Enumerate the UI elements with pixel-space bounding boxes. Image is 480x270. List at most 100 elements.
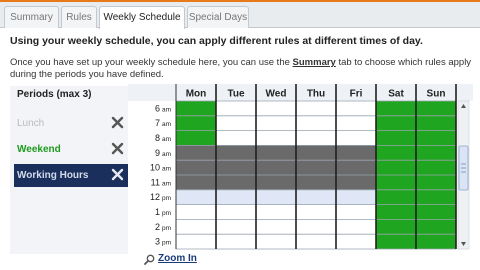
schedule-cell[interactable] xyxy=(336,234,376,249)
zoom-in-link[interactable]: Zoom In xyxy=(158,253,197,264)
schedule-cell[interactable] xyxy=(216,145,256,161)
period-item-weekend[interactable]: Weekend xyxy=(14,138,128,161)
schedule-cell[interactable] xyxy=(256,130,296,146)
schedule-cell[interactable] xyxy=(296,189,336,205)
schedule-cell[interactable] xyxy=(256,219,296,235)
schedule-cell[interactable] xyxy=(256,189,296,205)
schedule-cell[interactable] xyxy=(376,204,416,220)
schedule-cell[interactable] xyxy=(176,115,216,131)
schedule-cell[interactable] xyxy=(336,219,376,235)
schedule-cell[interactable] xyxy=(376,115,416,131)
tab-summary[interactable]: Summary xyxy=(4,6,59,28)
schedule-cell[interactable] xyxy=(176,189,216,205)
hour-label: 7 xyxy=(155,118,160,128)
schedule-cell[interactable] xyxy=(296,101,336,116)
period-item-lunch[interactable]: Lunch xyxy=(14,112,128,135)
schedule-cell[interactable] xyxy=(336,160,376,175)
tab-rules[interactable]: Rules xyxy=(61,6,97,28)
schedule-cell[interactable] xyxy=(176,234,216,249)
schedule-cell[interactable] xyxy=(296,160,336,175)
tab-bar: Summary Rules Weekly Schedule Special Da… xyxy=(0,2,480,29)
schedule-cell[interactable] xyxy=(176,101,216,116)
delete-period-icon[interactable] xyxy=(111,116,124,129)
schedule-cell[interactable] xyxy=(296,130,336,146)
schedule-cell[interactable] xyxy=(216,175,256,190)
hour-ampm-label: am xyxy=(162,136,171,143)
hour-ampm-label: am xyxy=(162,106,171,113)
schedule-cell[interactable] xyxy=(376,160,416,175)
schedule-cell[interactable] xyxy=(336,145,376,161)
schedule-cell[interactable] xyxy=(416,189,456,205)
schedule-cell[interactable] xyxy=(376,234,416,249)
schedule-cell[interactable] xyxy=(336,130,376,146)
schedule-cell[interactable] xyxy=(256,234,296,249)
schedule-cell[interactable] xyxy=(416,160,456,175)
schedule-cell[interactable] xyxy=(376,219,416,235)
delete-period-icon[interactable] xyxy=(111,168,124,181)
delete-period-icon[interactable] xyxy=(111,142,124,155)
schedule-cell[interactable] xyxy=(176,160,216,175)
schedule-cell[interactable] xyxy=(416,145,456,161)
period-label: Working Hours xyxy=(17,170,89,181)
schedule-cell[interactable] xyxy=(416,115,456,131)
schedule-cell[interactable] xyxy=(336,101,376,116)
schedule-cell[interactable] xyxy=(416,101,456,116)
hour-ampm-label: am xyxy=(162,151,171,158)
hour-label: 6 xyxy=(155,103,160,113)
schedule-cell[interactable] xyxy=(256,175,296,190)
day-header: Sun xyxy=(427,89,446,100)
tab-weekly-schedule[interactable]: Weekly Schedule xyxy=(99,6,185,29)
schedule-cell[interactable] xyxy=(216,189,256,205)
hour-ampm-label: pm xyxy=(162,240,171,247)
schedule-cell[interactable] xyxy=(176,145,216,161)
schedule-cell[interactable] xyxy=(216,101,256,116)
schedule-cell[interactable] xyxy=(376,175,416,190)
schedule-cell[interactable] xyxy=(296,204,336,220)
schedule-cell[interactable] xyxy=(216,115,256,131)
schedule-cell[interactable] xyxy=(376,189,416,205)
schedule-cell[interactable] xyxy=(216,160,256,175)
schedule-cell[interactable] xyxy=(416,219,456,235)
schedule-cell[interactable] xyxy=(176,175,216,190)
hour-label: 10 xyxy=(150,163,160,173)
schedule-cell[interactable] xyxy=(256,115,296,131)
description-text-before: Once you have set up your weekly schedul… xyxy=(10,57,293,68)
hour-label: 1 xyxy=(155,207,160,217)
schedule-cell[interactable] xyxy=(256,204,296,220)
schedule-cell[interactable] xyxy=(376,130,416,146)
schedule-cell[interactable] xyxy=(376,101,416,116)
schedule-cell[interactable] xyxy=(376,145,416,161)
schedule-cell[interactable] xyxy=(176,204,216,220)
schedule-cell[interactable] xyxy=(256,160,296,175)
schedule-cell[interactable] xyxy=(176,219,216,235)
schedule-cell[interactable] xyxy=(256,145,296,161)
summary-link[interactable]: Summary xyxy=(293,57,336,68)
hour-ampm-label: pm xyxy=(162,210,171,217)
schedule-cell[interactable] xyxy=(336,204,376,220)
schedule-cell[interactable] xyxy=(296,219,336,235)
schedule-cell[interactable] xyxy=(416,175,456,190)
schedule-cell[interactable] xyxy=(216,219,256,235)
schedule-cell[interactable] xyxy=(336,189,376,205)
hour-ampm-label: am xyxy=(162,166,171,173)
tab-special-days[interactable]: Special Days xyxy=(187,6,249,28)
magnifier-icon[interactable] xyxy=(144,254,155,265)
schedule-cell[interactable] xyxy=(216,234,256,249)
schedule-cell[interactable] xyxy=(296,145,336,161)
schedule-cell[interactable] xyxy=(216,204,256,220)
schedule-cell[interactable] xyxy=(216,130,256,146)
schedule-cell[interactable] xyxy=(256,101,296,116)
schedule-cell[interactable] xyxy=(416,234,456,249)
schedule-cell[interactable] xyxy=(296,115,336,131)
schedule-cell[interactable] xyxy=(336,175,376,190)
schedule-cell[interactable] xyxy=(416,130,456,146)
schedule-cell[interactable] xyxy=(336,115,376,131)
schedule-cell[interactable] xyxy=(296,234,336,249)
schedule-cell[interactable] xyxy=(176,130,216,146)
hour-label: 2 xyxy=(155,222,160,232)
weekly-schedule-grid[interactable]: Mon Tue Wed Thu Fri Sat Sun6 am7 am8 am9 am10 am11 a… xyxy=(128,84,473,254)
page-description: Once you have set up your weekly schedul… xyxy=(10,57,475,81)
schedule-cell[interactable] xyxy=(296,175,336,190)
period-item-working-hours[interactable]: Working Hours xyxy=(14,164,128,187)
schedule-cell[interactable] xyxy=(416,204,456,220)
